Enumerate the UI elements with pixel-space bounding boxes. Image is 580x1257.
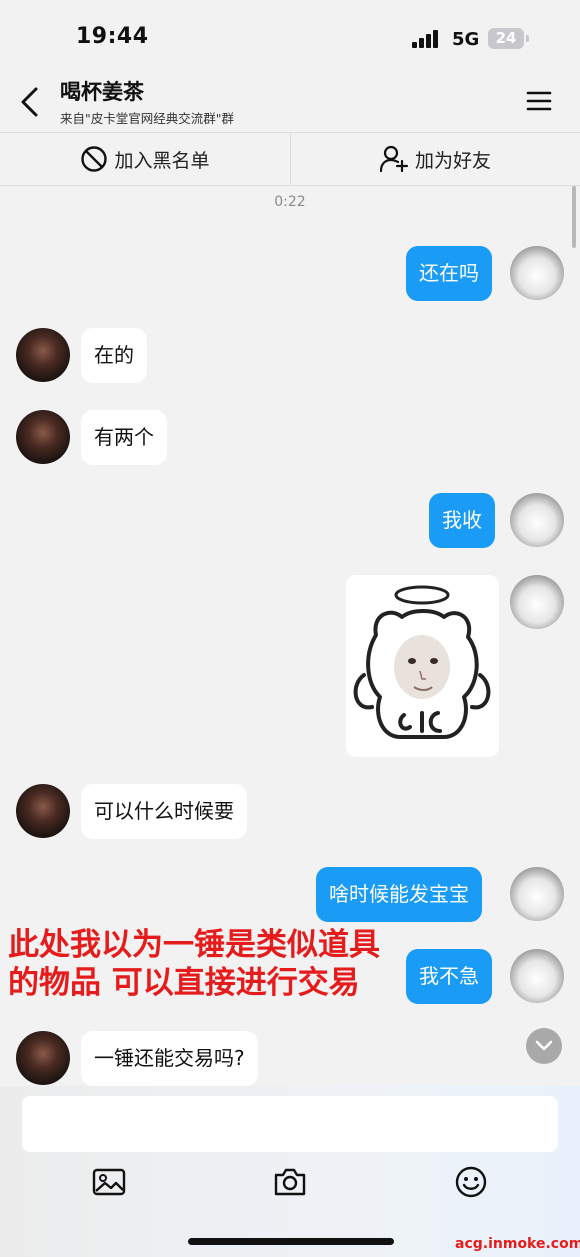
add-friend-label: 加为好友 bbox=[414, 149, 491, 172]
back-icon[interactable] bbox=[14, 84, 46, 120]
message-bubble-incoming[interactable]: 在的 bbox=[81, 328, 147, 383]
home-indicator bbox=[188, 1238, 394, 1245]
add-user-icon bbox=[379, 145, 409, 173]
contact-avatar[interactable] bbox=[16, 784, 70, 838]
message-bubble-incoming[interactable]: 可以什么时候要 bbox=[81, 784, 247, 839]
my-avatar[interactable] bbox=[510, 867, 564, 921]
network-label: 5G bbox=[452, 29, 480, 50]
message-bubble-incoming[interactable]: 一锤还能交易吗? bbox=[81, 1031, 258, 1086]
camera-icon[interactable] bbox=[272, 1164, 308, 1200]
chevron-down-icon bbox=[535, 1040, 553, 1051]
my-avatar[interactable] bbox=[510, 949, 564, 1003]
annotation-overlay: 此处我以为一锤是类似道具 的物品 可以直接进行交易 bbox=[8, 926, 380, 1002]
message-bubble-incoming[interactable]: 有两个 bbox=[81, 410, 167, 465]
chat-title: 喝杯姜茶 bbox=[60, 80, 144, 104]
scrollbar[interactable] bbox=[572, 186, 576, 248]
chat-area[interactable]: 0:22 还在吗 在的 有两个 我收 可以什么时候要 啥时候能发宝宝 我不急 一… bbox=[0, 186, 580, 1086]
status-time: 19:44 bbox=[76, 24, 149, 49]
message-bubble-outgoing[interactable]: 还在吗 bbox=[406, 246, 492, 301]
action-bar: 加入黑名单 加为好友 bbox=[0, 132, 580, 186]
chat-header: 喝杯姜茶 来自"皮卡堂官网经典交流群"群 bbox=[0, 72, 580, 132]
watermark: acg.inmoke.com bbox=[455, 1236, 580, 1252]
angel-face-sticker bbox=[353, 585, 491, 739]
my-avatar[interactable] bbox=[510, 493, 564, 547]
add-friend-button[interactable]: 加为好友 bbox=[290, 133, 580, 185]
annotation-line-1: 此处我以为一锤是类似道具 bbox=[8, 927, 380, 963]
signal-icon bbox=[412, 30, 442, 48]
chat-subtitle: 来自"皮卡堂官网经典交流群"群 bbox=[60, 111, 234, 126]
scroll-to-bottom-button[interactable] bbox=[526, 1028, 562, 1064]
battery-icon: 24 bbox=[488, 28, 524, 49]
my-avatar[interactable] bbox=[510, 246, 564, 300]
image-icon[interactable] bbox=[91, 1164, 127, 1200]
block-icon bbox=[81, 146, 108, 172]
message-timestamp: 0:22 bbox=[274, 194, 306, 210]
sticker-message[interactable] bbox=[346, 575, 499, 757]
message-bubble-outgoing[interactable]: 我不急 bbox=[406, 949, 492, 1004]
annotation-line-2: 的物品 可以直接进行交易 bbox=[8, 965, 360, 1001]
my-avatar[interactable] bbox=[510, 575, 564, 629]
contact-avatar[interactable] bbox=[16, 1031, 70, 1085]
status-bar: 19:44 5G 24 bbox=[0, 0, 580, 72]
blacklist-label: 加入黑名单 bbox=[114, 149, 210, 172]
battery-cap bbox=[526, 35, 529, 42]
message-input[interactable] bbox=[22, 1096, 558, 1152]
emoji-icon[interactable] bbox=[453, 1164, 489, 1200]
message-bubble-outgoing[interactable]: 啥时候能发宝宝 bbox=[316, 867, 482, 922]
message-bubble-outgoing[interactable]: 我收 bbox=[429, 493, 495, 548]
contact-avatar[interactable] bbox=[16, 410, 70, 464]
blacklist-button[interactable]: 加入黑名单 bbox=[0, 133, 290, 185]
contact-avatar[interactable] bbox=[16, 328, 70, 382]
menu-icon[interactable] bbox=[524, 86, 554, 116]
